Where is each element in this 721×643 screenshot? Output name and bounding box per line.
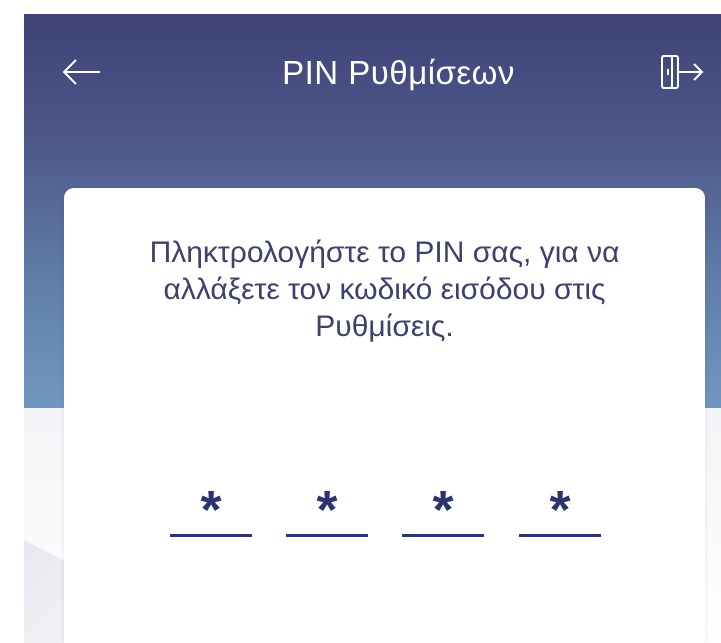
pin-digit-1-mask: * xyxy=(200,480,222,540)
pin-digit-3[interactable]: * xyxy=(402,478,484,540)
pin-digit-3-mask: * xyxy=(432,480,454,540)
pin-digit-4[interactable]: * xyxy=(519,478,601,540)
status-strip xyxy=(0,0,721,14)
exit-button[interactable] xyxy=(656,50,710,94)
pin-input[interactable]: * * * * xyxy=(170,478,601,540)
pin-settings-screen: PIN Ρυθμίσεων Πληκτρολογήστε το PIN σας,… xyxy=(0,0,721,643)
pin-digit-1[interactable]: * xyxy=(170,478,252,540)
pin-digit-2-mask: * xyxy=(316,480,338,540)
pin-card: Πληκτρολογήστε το PIN σας, για να αλλάξε… xyxy=(64,188,705,643)
exit-door-icon xyxy=(661,55,704,89)
instruction-text: Πληκτρολογήστε το PIN σας, για να αλλάξε… xyxy=(149,236,620,343)
pin-digit-4-mask: * xyxy=(549,480,571,540)
app-header: PIN Ρυθμίσεων xyxy=(24,14,721,126)
pin-digit-2[interactable]: * xyxy=(286,478,368,540)
page-title: PIN Ρυθμίσεων xyxy=(282,54,515,91)
